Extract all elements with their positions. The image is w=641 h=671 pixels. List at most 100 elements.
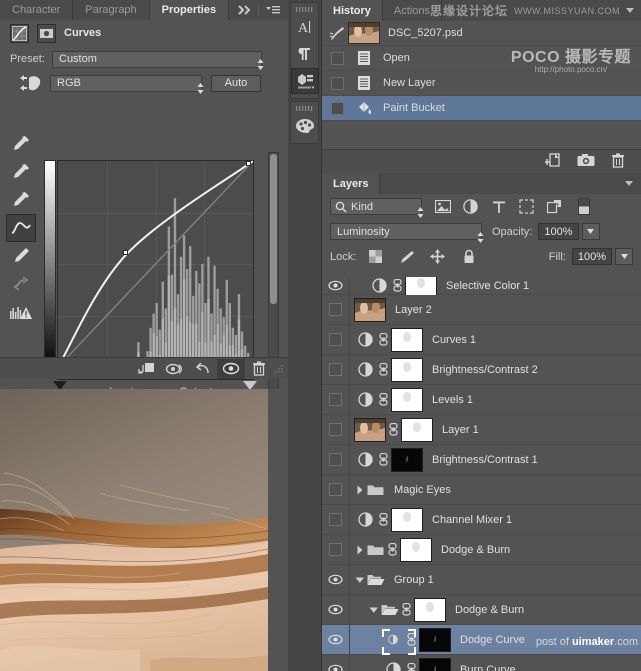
link-mask-icon[interactable] [404,663,419,671]
layer-visibility-checkbox[interactable] [329,303,342,316]
blend-mode-select[interactable]: Luminosity [330,223,482,240]
smooth-curve-icon[interactable] [6,270,36,298]
layer-visibility-checkbox[interactable] [329,363,342,376]
history-state-open[interactable]: Open [322,46,641,71]
curves-graph[interactable] [44,160,254,368]
group-expand-toggle[interactable] [354,485,366,495]
adjustment-layer-icon[interactable] [354,359,376,381]
adjustment-layer-icon[interactable] [354,389,376,411]
auto-button[interactable]: Auto [211,75,261,92]
layer-row[interactable]: Dodge & Burn [322,535,641,565]
create-document-from-state-button[interactable] [545,153,561,171]
group-expand-toggle[interactable] [368,606,380,614]
layer-visibility-toggle[interactable] [322,295,350,324]
fill-value[interactable]: 100% [572,248,612,265]
history-state-new-layer[interactable]: New Layer [322,71,641,96]
black-point-eyedropper-icon[interactable] [6,130,36,158]
preset-select[interactable]: Custom [52,51,262,68]
layer-mask-thumbnail[interactable] [391,448,423,472]
layer-row[interactable]: Layer 2 [322,295,641,325]
adjustment-layer-icon[interactable] [382,629,404,651]
link-mask-icon[interactable] [390,279,405,292]
layer-visibility-checkbox[interactable] [329,423,342,436]
gray-point-eyedropper-icon[interactable] [6,158,36,186]
layer-mask-thumbnail[interactable] [419,658,451,671]
filter-adjustment-layers-icon[interactable] [460,197,481,216]
create-new-snapshot-button[interactable] [577,153,595,170]
layer-visibility-toggle[interactable] [322,565,350,594]
paragraph-panel-icon[interactable] [291,41,319,67]
tab-paragraph[interactable]: Paragraph [73,0,149,20]
layer-visibility-toggle[interactable] [322,655,350,671]
toggle-layer-visibility-button[interactable] [217,359,245,379]
on-image-adjust-icon[interactable] [10,74,50,92]
layer-visibility-toggle[interactable] [322,277,350,294]
adjustment-layer-icon[interactable] [354,449,376,471]
group-expand-toggle[interactable] [354,576,366,584]
layer-mask-thumbnail[interactable] [419,628,451,652]
lock-transparent-pixels-icon[interactable] [365,247,386,266]
layer-visibility-toggle[interactable] [322,475,350,504]
histogram-warning-icon[interactable] [6,298,36,326]
layer-mask-thumbnail[interactable] [391,508,423,532]
history-brush-source-checkbox[interactable] [331,102,344,115]
clip-to-layer-button[interactable] [133,359,161,379]
layers-list[interactable]: Selective Color 1Layer 2Curves 1Brightne… [322,277,641,671]
reset-adjustment-button[interactable] [189,359,217,379]
layer-row[interactable]: Magic Eyes [322,475,641,505]
link-mask-icon[interactable] [376,363,391,376]
layer-mask-thumbnail[interactable] [391,358,423,382]
layer-row[interactable]: Burn Curve [322,655,641,671]
link-mask-icon[interactable] [376,333,391,346]
layer-mask-thumbnail[interactable] [391,328,423,352]
curve-control-point[interactable] [123,250,128,255]
layer-visibility-toggle[interactable] [322,535,350,564]
layer-row[interactable]: Layer 1 [322,415,641,445]
dock-grip-icon[interactable] [291,6,318,13]
layer-mask-thumbnail[interactable] [400,538,432,562]
layer-row[interactable]: Dodge & Burn [322,595,641,625]
tab-properties[interactable]: Properties [150,0,229,20]
double-chevron-right-icon[interactable] [238,5,251,15]
link-mask-icon[interactable] [376,513,391,526]
curve-point-tool-icon[interactable] [6,214,36,242]
layer-row[interactable]: Dodge Curve [322,625,641,655]
history-snapshot-row[interactable]: DSC_5207.psd [322,21,641,46]
layer-thumbnail[interactable] [354,418,386,442]
panel-menu-icon[interactable] [625,180,634,188]
layer-visibility-checkbox[interactable] [329,483,342,496]
layer-visibility-toggle[interactable] [322,385,350,414]
adjustment-layer-icon[interactable] [354,329,376,351]
curves-grid[interactable] [57,160,254,368]
fill-slider-button[interactable] [615,248,633,265]
panel-menu-icon[interactable] [266,5,280,15]
layer-row[interactable]: Levels 1 [322,385,641,415]
clip-to-layer-icon[interactable] [37,24,56,43]
properties-panel-icon[interactable] [291,68,319,94]
layer-mask-thumbnail[interactable] [414,598,446,622]
link-mask-icon[interactable] [376,393,391,406]
layer-visibility-toggle[interactable] [322,355,350,384]
toggle-preview-before-after-button[interactable] [161,359,189,379]
history-state-paint-bucket[interactable]: Paint Bucket [322,96,641,121]
layer-visibility-toggle[interactable] [322,505,350,534]
dock-grip-icon[interactable] [291,105,318,112]
layer-row[interactable]: Curves 1 [322,325,641,355]
adjustment-layer-icon[interactable] [368,277,390,297]
layer-visibility-toggle[interactable] [322,625,350,654]
link-mask-icon[interactable] [399,603,414,616]
opacity-value[interactable]: 100% [538,223,578,240]
white-point-eyedropper-icon[interactable] [6,186,36,214]
filter-smart-object-layers-icon[interactable] [544,197,565,216]
tab-layers[interactable]: Layers [322,173,380,194]
lock-all-icon[interactable] [458,247,479,266]
layer-thumbnail[interactable] [354,298,386,322]
link-mask-icon[interactable] [385,543,400,556]
color-swatches-panel-icon[interactable] [291,113,319,139]
delete-adjustment-layer-button[interactable] [245,359,273,379]
filter-enable-toggle[interactable] [578,198,590,215]
filter-shape-layers-icon[interactable] [516,197,537,216]
adjustment-layer-icon[interactable] [354,509,376,531]
layer-visibility-checkbox[interactable] [329,333,342,346]
layer-visibility-toggle[interactable] [322,415,350,444]
